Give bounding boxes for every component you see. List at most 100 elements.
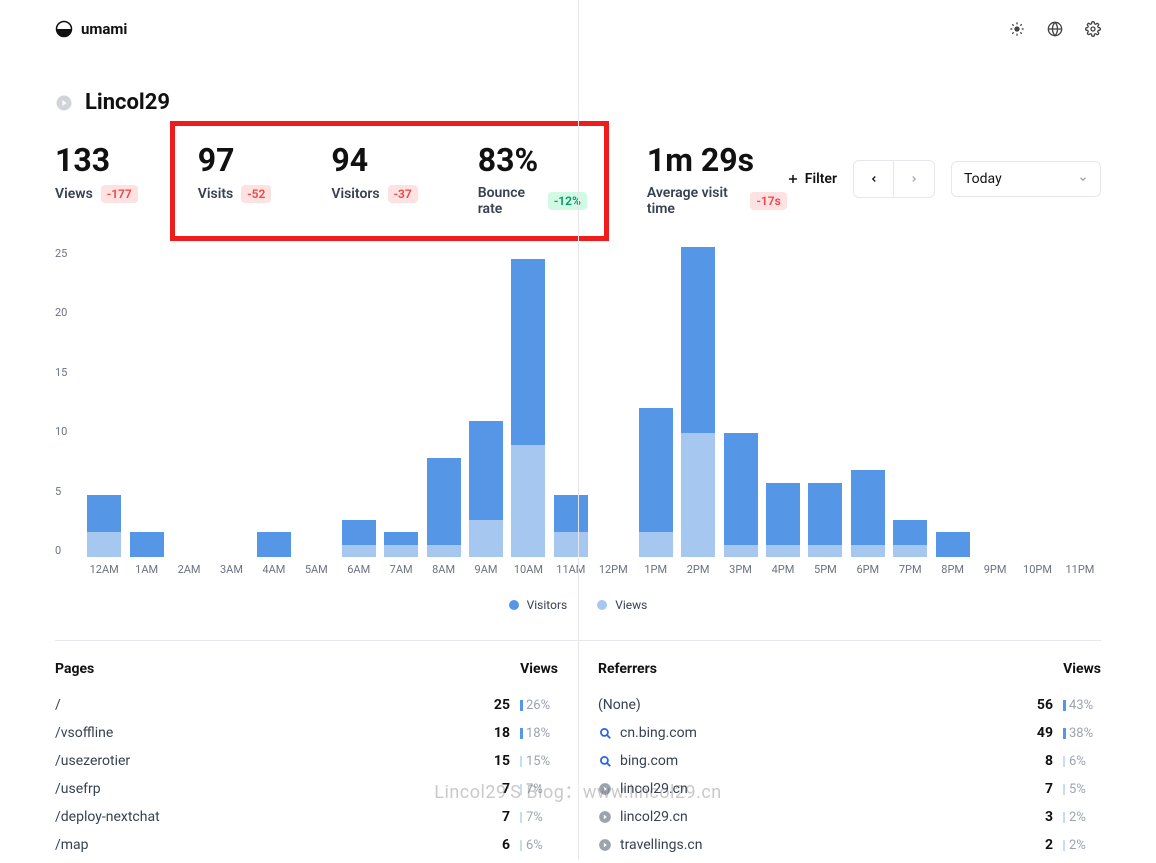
bar-6AM[interactable]: [342, 520, 376, 557]
brand[interactable]: umami: [55, 20, 127, 38]
bar-7PM[interactable]: [893, 520, 927, 557]
x-label: 2PM: [677, 563, 719, 576]
globe-icon[interactable]: [1047, 21, 1063, 37]
referrer-row[interactable]: lincol29.cn 75%: [598, 775, 1101, 803]
referrer-views: 56: [1031, 697, 1053, 713]
x-label: 8AM: [422, 563, 464, 576]
date-pager: [853, 160, 935, 198]
x-label: 10PM: [1016, 563, 1058, 576]
metric-value: 133: [55, 141, 138, 179]
page-views: 6: [488, 837, 510, 853]
referrer-row[interactable]: (None) 5643%: [598, 691, 1101, 719]
theme-icon[interactable]: [1009, 21, 1025, 37]
x-label: 3AM: [210, 563, 252, 576]
referrers-title: Referrers: [598, 661, 657, 677]
referrer-pct: 2%: [1063, 838, 1101, 853]
page-path: /: [55, 697, 61, 713]
x-label: 12AM: [83, 563, 125, 576]
referrer-domain: (None): [598, 697, 641, 713]
metric-visitors[interactable]: 94 Visitors-37: [331, 141, 417, 217]
metric-average-visit-time[interactable]: 1m 29s Average visit time-17s: [647, 141, 787, 217]
referrer-row[interactable]: travellings.cn 22%: [598, 831, 1101, 859]
bar-2PM[interactable]: [681, 247, 715, 557]
pages-views-label: Views: [520, 661, 558, 677]
referrer-row[interactable]: cn.bing.com 4938%: [598, 719, 1101, 747]
bar-11AM[interactable]: [554, 495, 588, 557]
x-label: 5AM: [295, 563, 337, 576]
x-label: 12PM: [592, 563, 634, 576]
page-row[interactable]: /vsoffline 1818%: [55, 719, 558, 747]
bar-4PM[interactable]: [766, 483, 800, 557]
x-label: 8PM: [931, 563, 973, 576]
date-range-select[interactable]: Today: [951, 161, 1101, 197]
page-pct: 26%: [520, 698, 558, 713]
bar-8PM[interactable]: [936, 532, 970, 557]
site-arrow-icon[interactable]: [55, 94, 73, 112]
bar-10AM[interactable]: [511, 259, 545, 557]
page-row[interactable]: /deploy-nextchat 77%: [55, 803, 558, 831]
x-label: 4PM: [762, 563, 804, 576]
divider-vertical: [578, 0, 579, 859]
x-label: 3PM: [719, 563, 761, 576]
page-row[interactable]: /usefrp 77%: [55, 775, 558, 803]
bar-1AM[interactable]: [130, 532, 164, 557]
referrer-domain: bing.com: [620, 753, 678, 769]
date-range-label: Today: [964, 171, 1002, 187]
metric-delta: -17s: [750, 192, 786, 210]
referrer-row[interactable]: lincol29.cn 32%: [598, 803, 1101, 831]
bar-1PM[interactable]: [639, 408, 673, 557]
site-name[interactable]: Lincol29: [85, 90, 170, 115]
page-views: 7: [488, 781, 510, 797]
x-label: 7PM: [889, 563, 931, 576]
legend-visitors: Visitors: [527, 598, 568, 612]
favicon-icon: [598, 810, 612, 824]
x-label: 10AM: [507, 563, 549, 576]
bar-12AM[interactable]: [87, 495, 121, 557]
bar-8AM[interactable]: [427, 458, 461, 557]
metric-delta: -177: [101, 185, 138, 203]
referrer-views: 49: [1031, 725, 1053, 741]
settings-icon[interactable]: [1085, 21, 1101, 37]
referrers-views-label: Views: [1063, 661, 1101, 677]
x-label: 11AM: [550, 563, 592, 576]
metric-bounce-rate[interactable]: 83% Bounce rate-12%: [478, 141, 587, 217]
bing-icon: [598, 726, 612, 740]
metric-visits[interactable]: 97 Visits-52: [198, 141, 272, 217]
metric-views[interactable]: 133 Views-177: [55, 141, 138, 217]
chevron-left-icon: [869, 174, 879, 184]
x-label: 5PM: [804, 563, 846, 576]
bar-5PM[interactable]: [808, 483, 842, 557]
bar-6PM[interactable]: [851, 470, 885, 557]
bar-7AM[interactable]: [384, 532, 418, 557]
page-pct: 7%: [520, 810, 558, 825]
page-row[interactable]: / 25 26%: [55, 691, 558, 719]
x-label: 1AM: [125, 563, 167, 576]
bar-4AM[interactable]: [257, 532, 291, 557]
page-path: /deploy-nextchat: [55, 809, 160, 825]
referrer-domain: travellings.cn: [620, 837, 702, 853]
metric-label: Visits: [198, 186, 233, 202]
page-row[interactable]: /usezerotier 1515%: [55, 747, 558, 775]
page-path: /map: [55, 837, 89, 853]
referrer-domain: lincol29.cn: [620, 781, 688, 797]
page-views: 18: [488, 725, 510, 741]
referrer-pct: 6%: [1063, 754, 1101, 769]
chevron-down-icon: [1078, 174, 1088, 184]
page-row[interactable]: /map 66%: [55, 831, 558, 859]
chart-bars: [83, 247, 1101, 557]
x-label: 1PM: [634, 563, 676, 576]
bar-3PM[interactable]: [724, 433, 758, 557]
page-views: 25: [488, 697, 510, 713]
page-path: /usezerotier: [55, 753, 130, 769]
x-label: 2AM: [168, 563, 210, 576]
metric-delta: -52: [241, 185, 271, 203]
x-axis-labels: 12AM1AM2AM3AM4AM5AM6AM7AM8AM9AM10AM11AM1…: [83, 563, 1101, 576]
filter-label: Filter: [805, 171, 837, 187]
x-label: 6PM: [847, 563, 889, 576]
bar-9AM[interactable]: [469, 421, 503, 557]
umami-logo-icon: [55, 20, 73, 38]
pager-prev[interactable]: [854, 161, 894, 197]
referrer-row[interactable]: bing.com 86%: [598, 747, 1101, 775]
referrer-pct: 5%: [1063, 782, 1101, 797]
filter-button[interactable]: Filter: [787, 171, 837, 187]
